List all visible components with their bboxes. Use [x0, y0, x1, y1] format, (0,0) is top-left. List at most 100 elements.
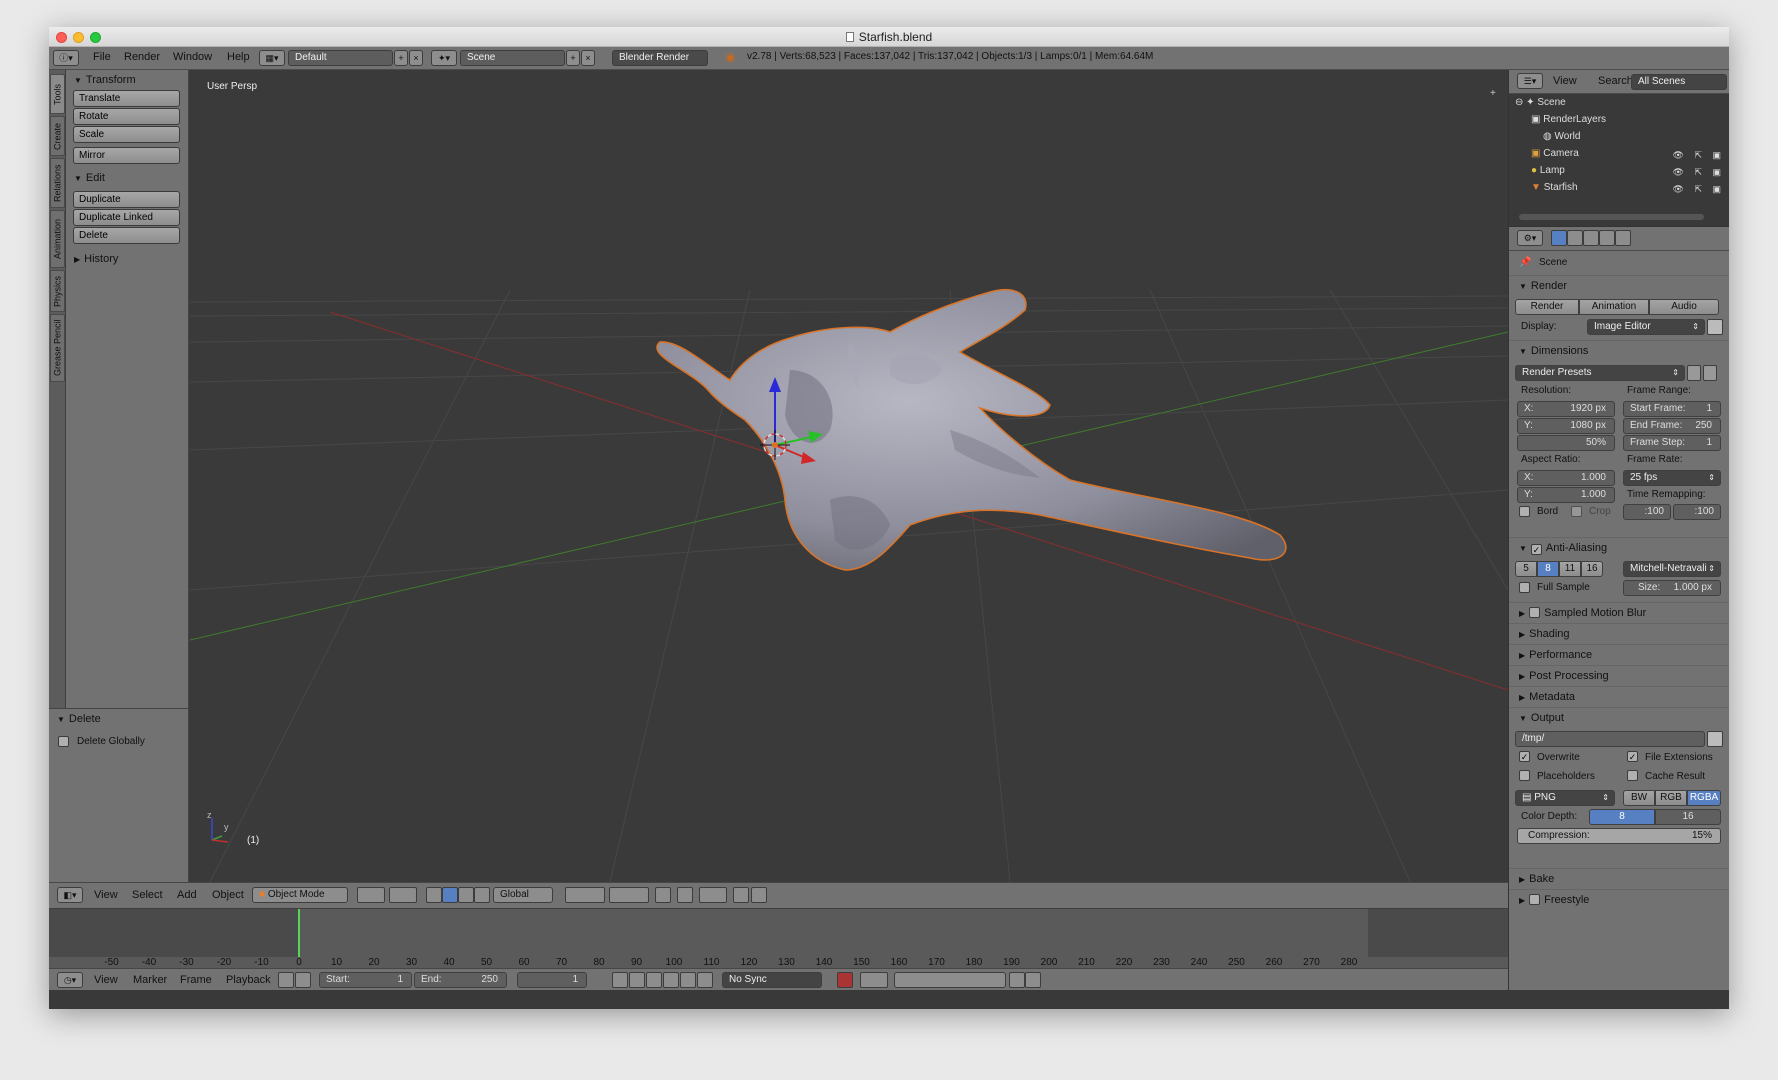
jump-to-keyframe-back-icon[interactable]: [629, 972, 645, 988]
metadata-panel-header[interactable]: ▶ Metadata: [1509, 686, 1729, 707]
performance-panel-header[interactable]: ▶ Performance: [1509, 644, 1729, 665]
timeline-menu-marker[interactable]: Marker: [133, 974, 167, 986]
scale-button[interactable]: Scale: [73, 126, 180, 143]
timeline-area[interactable]: -50 -40 -30 -20 -10 0 10 20 30 40 50 60 70 80 90 100 110…: [49, 908, 1508, 968]
editor-type-properties-icon[interactable]: ⚙▾: [1517, 230, 1543, 246]
post-processing-panel-header[interactable]: ▶ Post Processing: [1509, 665, 1729, 686]
output-panel-header[interactable]: ▼ Output: [1509, 707, 1729, 728]
menu-window[interactable]: Window: [173, 51, 212, 63]
3d-viewport[interactable]: User Persp y z (1) +: [190, 70, 1508, 882]
scene-field[interactable]: Scene: [460, 50, 565, 66]
aa-size-field[interactable]: Size: 1.000 px: [1623, 580, 1721, 596]
timeline-menu-view[interactable]: View: [94, 974, 118, 986]
tab-create[interactable]: Create: [50, 116, 65, 156]
outliner-menu-view[interactable]: View: [1553, 75, 1577, 87]
dimensions-panel-header[interactable]: ▼ Dimensions: [1509, 340, 1729, 361]
color-mode-rgb[interactable]: RGB: [1655, 790, 1687, 806]
remove-screen-icon[interactable]: ×: [409, 50, 423, 66]
editor-type-3dview-icon[interactable]: ◧▾: [57, 887, 83, 903]
color-depth-8[interactable]: 8: [1589, 809, 1655, 825]
lock-time-icon[interactable]: [295, 972, 311, 988]
texture-context-icon[interactable]: [1615, 230, 1631, 246]
outliner-menu-search[interactable]: Search: [1598, 75, 1633, 87]
outliner-item-renderlayers[interactable]: ▣ RenderLayers: [1509, 111, 1729, 128]
border-checkbox[interactable]: [1519, 506, 1530, 517]
anti-aliasing-checkbox[interactable]: ✓: [1530, 544, 1542, 555]
layers-icon[interactable]: [609, 887, 649, 903]
visibility-icons[interactable]: 👁 ⇱ ▣: [1673, 181, 1725, 198]
viewport-menu-object[interactable]: Object: [212, 889, 244, 901]
bake-panel-header[interactable]: ▶ Bake: [1509, 868, 1729, 889]
aspect-y-field[interactable]: Y: 1.000: [1517, 487, 1615, 503]
screen-layout-icon[interactable]: ▦▾: [259, 50, 285, 66]
frame-step-field[interactable]: Frame Step: 1: [1623, 435, 1721, 451]
menu-help[interactable]: Help: [227, 51, 250, 63]
timeline-menu-playback[interactable]: Playback: [226, 974, 271, 986]
snap-element-icon[interactable]: [699, 887, 727, 903]
duplicate-button[interactable]: Duplicate: [73, 191, 180, 208]
audio-button[interactable]: Audio: [1649, 299, 1719, 315]
aa-samples-11[interactable]: 11: [1559, 561, 1581, 577]
editor-type-outliner-icon[interactable]: ☰▾: [1517, 73, 1543, 89]
scale-manipulator-icon[interactable]: [474, 887, 490, 903]
add-scene-icon[interactable]: +: [566, 50, 580, 66]
render-panel-header[interactable]: ▼ Render: [1509, 275, 1729, 296]
overwrite-checkbox[interactable]: ✓: [1519, 751, 1530, 762]
freestyle-checkbox[interactable]: [1529, 894, 1541, 905]
motion-blur-checkbox[interactable]: [1529, 607, 1541, 618]
folder-browse-icon[interactable]: [1707, 731, 1723, 747]
remove-preset-icon[interactable]: [1703, 365, 1717, 381]
file-format-select[interactable]: ▤ PNG ⇕: [1515, 790, 1615, 806]
delete-globally-checkbox[interactable]: [58, 736, 69, 747]
viewport-menu-select[interactable]: Select: [132, 889, 163, 901]
sampled-motion-blur-panel-header[interactable]: ▶ Sampled Motion Blur: [1509, 602, 1729, 623]
remove-scene-icon[interactable]: ×: [581, 50, 595, 66]
viewport-shading-icon[interactable]: [357, 887, 385, 903]
tab-physics[interactable]: Physics: [50, 270, 65, 312]
pin-icon[interactable]: 📌: [1519, 257, 1531, 268]
menu-file[interactable]: File: [93, 51, 111, 63]
tab-animation[interactable]: Animation: [50, 210, 65, 268]
jump-to-keyframe-forward-icon[interactable]: [680, 972, 696, 988]
tab-relations[interactable]: Relations: [50, 158, 65, 208]
mirror-button[interactable]: Mirror: [73, 147, 180, 164]
render-layers-context-icon[interactable]: [1567, 230, 1583, 246]
close-window-button[interactable]: [56, 32, 67, 43]
delete-button[interactable]: Delete: [73, 227, 180, 244]
end-frame-field[interactable]: End Frame: 250: [1623, 418, 1721, 434]
anti-aliasing-panel-header[interactable]: ▼ ✓ Anti-Aliasing: [1509, 537, 1729, 558]
scene-context-icon[interactable]: [1583, 230, 1599, 246]
starfish-mesh[interactable]: [656, 288, 1287, 571]
timeline-end-field[interactable]: End: 250: [414, 972, 507, 988]
resolution-percentage-field[interactable]: 50%: [1517, 435, 1615, 451]
zoom-window-button[interactable]: [90, 32, 101, 43]
proportional-edit-icon[interactable]: [655, 887, 671, 903]
start-frame-field[interactable]: Start Frame: 1: [1623, 401, 1721, 417]
frame-rate-select[interactable]: 25 fps ⇕: [1623, 470, 1721, 486]
freestyle-panel-header[interactable]: ▶ Freestyle: [1509, 889, 1729, 910]
outliner-item-world[interactable]: ◍ World: [1509, 128, 1729, 145]
render-animation-icon[interactable]: [751, 887, 767, 903]
render-engine-select[interactable]: Blender Render: [612, 50, 708, 66]
aspect-x-field[interactable]: X: 1.000: [1517, 470, 1615, 486]
viewport-corner-plus-icon[interactable]: +: [1490, 88, 1496, 99]
rotate-button[interactable]: Rotate: [73, 108, 180, 125]
color-mode-bw[interactable]: BW: [1623, 790, 1655, 806]
aa-samples-5[interactable]: 5: [1515, 561, 1537, 577]
viewport-menu-view[interactable]: View: [94, 889, 118, 901]
snap-icon[interactable]: [677, 887, 693, 903]
aa-filter-select[interactable]: Mitchell-Netravali ⇕: [1623, 561, 1721, 577]
keying-icon[interactable]: [860, 972, 888, 988]
current-frame-field[interactable]: 1: [517, 972, 587, 988]
delete-keyframe-icon[interactable]: [1025, 972, 1041, 988]
add-screen-icon[interactable]: +: [394, 50, 408, 66]
preview-range-icon[interactable]: [278, 972, 294, 988]
time-remap-old-field[interactable]: :100: [1623, 504, 1671, 520]
editor-type-info-icon[interactable]: ⓘ▾: [53, 50, 79, 66]
record-keyframe-icon[interactable]: [837, 972, 853, 988]
outliner-filter-select[interactable]: All Scenes: [1631, 74, 1727, 90]
render-context-icon[interactable]: [1551, 230, 1567, 246]
transform-panel-header[interactable]: ▼ Transform: [66, 70, 188, 90]
playhead[interactable]: [298, 909, 300, 957]
timeline-start-field[interactable]: Start: 1: [319, 972, 412, 988]
